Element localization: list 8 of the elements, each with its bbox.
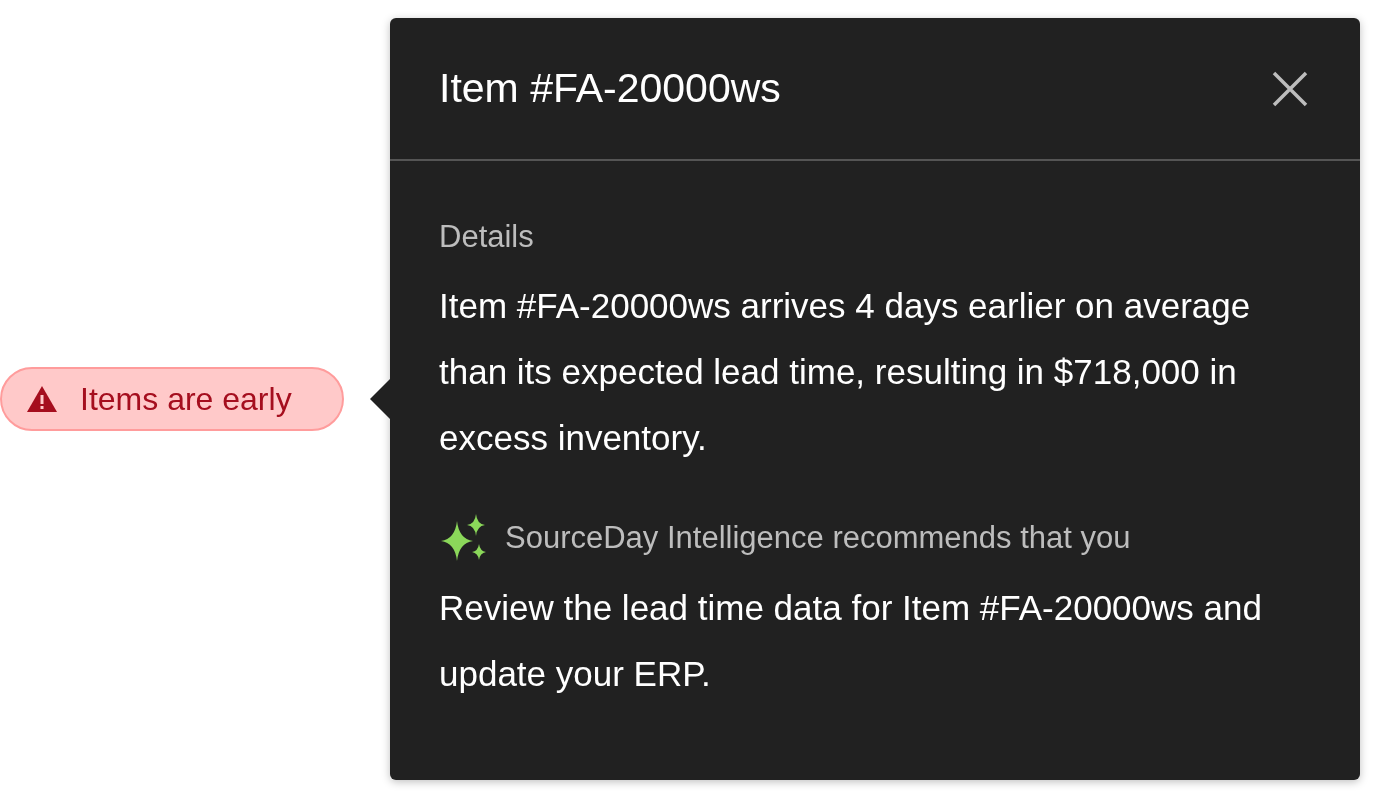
section-label: Details	[439, 219, 535, 255]
recommendation-label: SourceDay Intelligence recommends that you	[505, 520, 1131, 556]
popover-title: Item #FA-20000ws	[439, 65, 781, 112]
close-button[interactable]	[1272, 70, 1308, 107]
status-badge: Items are early	[0, 367, 344, 431]
recommendation-text: Review the lead time data for Item #FA-20000ws and update your ERP.	[439, 587, 1263, 695]
warning-icon	[26, 385, 58, 413]
details-text: Item #FA-20000ws arrives 4 days earlier on average than its expected lead time, resulting in $718,000 in excess inventory.	[439, 285, 1252, 459]
